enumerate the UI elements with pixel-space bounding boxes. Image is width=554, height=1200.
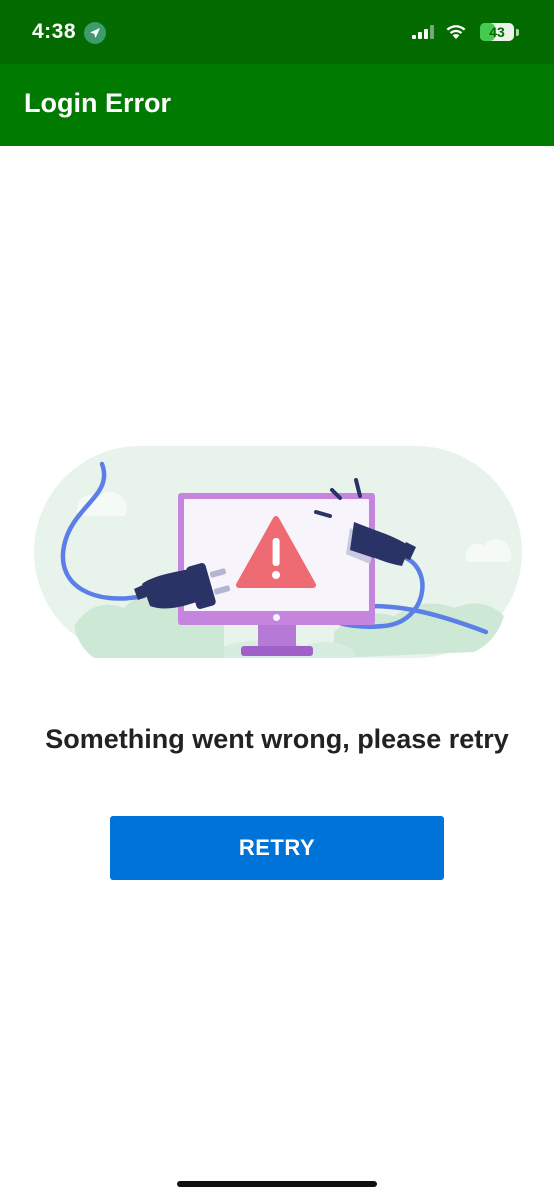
monitor-power-dot [273,614,280,621]
monitor-stand-base [241,646,313,656]
error-message: Something went wrong, please retry [45,724,509,754]
battery-percentage: 43 [489,24,505,40]
unplugged-monitor-warning-illustration [34,446,522,658]
page-title: Login Error [24,88,171,118]
battery-nub [516,29,519,36]
home-indicator[interactable] [177,1181,377,1187]
app-bar: Login Error [0,64,554,146]
retry-button[interactable]: RETRY [110,816,444,880]
status-bar: 4:38 43 [0,0,554,64]
cellular-signal-icon [412,25,434,39]
warning-exclamation-bar [272,538,280,566]
battery-icon: 43 [480,23,514,41]
status-time: 4:38 [32,20,77,43]
location-arrow-icon [84,22,106,44]
warning-exclamation-dot [272,571,280,579]
wifi-icon [446,25,466,39]
